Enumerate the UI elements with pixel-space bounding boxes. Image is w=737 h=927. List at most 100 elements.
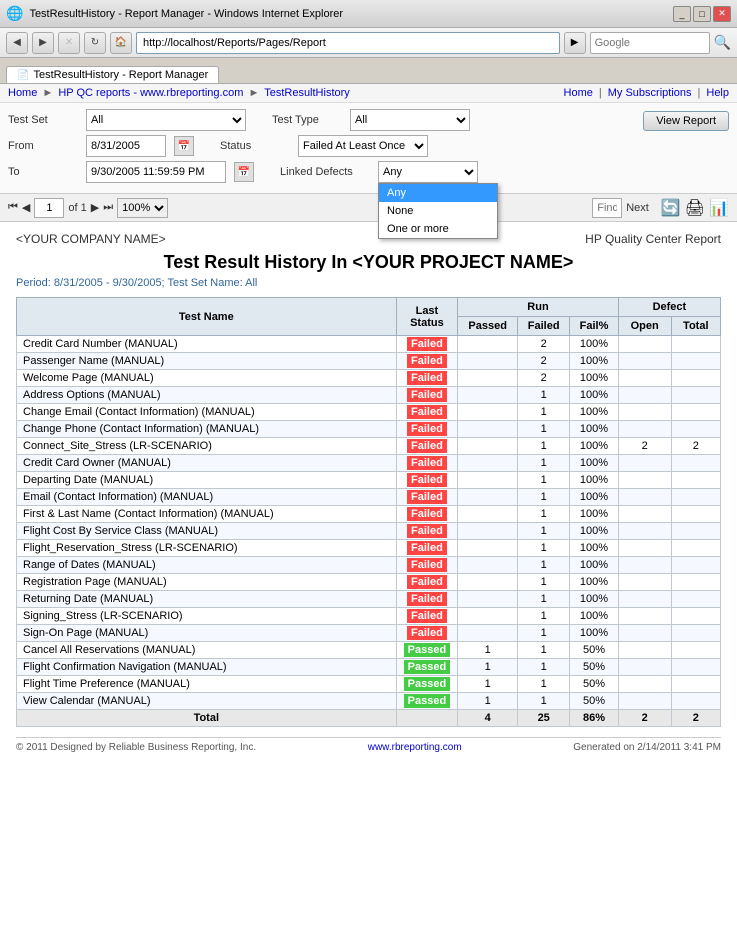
table-row: Departing Date (MANUAL) Failed 1 100% [17,472,721,489]
cell-total [671,489,720,506]
breadcrumb-bar: Home ► HP QC reports - www.rbreporting.c… [0,84,737,103]
cell-open [618,574,671,591]
close-button[interactable]: ✕ [713,6,731,22]
find-input[interactable] [592,198,622,218]
table-row: Email (Contact Information) (MANUAL) Fai… [17,489,721,506]
breadcrumb-right-home[interactable]: Home [564,87,593,99]
total-last-status [396,710,458,727]
cell-failed: 1 [518,421,570,438]
from-calendar-icon[interactable]: 📅 [174,136,194,156]
cell-test-name: Address Options (MANUAL) [17,387,397,404]
col-fail-pct: Fail% [570,317,619,336]
cell-passed [458,438,518,455]
cell-failed: 1 [518,540,570,557]
breadcrumb-current[interactable]: TestResultHistory [264,87,350,99]
browser-tabs: 📄 TestResultHistory - Report Manager [0,58,737,84]
active-tab[interactable]: 📄 TestResultHistory - Report Manager [6,66,219,83]
table-row: Change Phone (Contact Information) (MANU… [17,421,721,438]
find-next-button[interactable]: Next [626,202,649,214]
cell-passed [458,404,518,421]
refresh-button[interactable]: ↻ [84,32,106,54]
last-page-button[interactable]: ⏭ [103,201,113,214]
cell-passed [458,455,518,472]
cell-test-name: Welcome Page (MANUAL) [17,370,397,387]
dropdown-option-none[interactable]: None [379,202,497,220]
report-title: Test Result History In <YOUR PROJECT NAM… [16,252,721,273]
linked-defects-select[interactable]: Any None One or more [378,161,478,183]
cell-total [671,591,720,608]
home-nav-button[interactable]: 🏠 [110,32,132,54]
cell-passed [458,472,518,489]
cell-fail-pct: 100% [570,540,619,557]
address-bar[interactable] [136,32,560,54]
linked-defects-label: Linked Defects [280,166,370,178]
cell-open [618,455,671,472]
cell-failed: 1 [518,676,570,693]
dropdown-option-any[interactable]: Any [379,184,497,202]
table-row: Flight Time Preference (MANUAL) Passed 1… [17,676,721,693]
breadcrumb-subscriptions[interactable]: My Subscriptions [608,87,692,99]
cell-total [671,608,720,625]
cell-status: Failed [396,370,458,387]
search-bar[interactable] [590,32,710,54]
total-passed: 4 [458,710,518,727]
cell-fail-pct: 100% [570,523,619,540]
refresh-icon[interactable]: 🔄 [661,198,681,218]
cell-status: Failed [396,438,458,455]
cell-failed: 1 [518,455,570,472]
maximize-button[interactable]: □ [693,6,711,22]
breadcrumb-sep: | [599,87,602,99]
stop-button[interactable]: ✕ [58,32,80,54]
breadcrumb-home[interactable]: Home [8,87,37,99]
status-label: Status [220,140,290,152]
cell-test-name: Flight Confirmation Navigation (MANUAL) [17,659,397,676]
back-button[interactable]: ◀ [6,32,28,54]
dropdown-option-one-or-more[interactable]: One or more [379,220,497,238]
cell-passed [458,574,518,591]
footer-website[interactable]: www.rbreporting.com [368,742,462,753]
table-row: Passenger Name (MANUAL) Failed 2 100% [17,353,721,370]
browser-titlebar: 🌐 TestResultHistory - Report Manager - W… [0,0,737,28]
cell-open: 2 [618,438,671,455]
view-report-button[interactable]: View Report [643,111,729,131]
zoom-select[interactable]: 100% 75% 50% 150% [117,198,168,218]
prev-page-button[interactable]: ◀ [22,201,30,214]
table-row: Range of Dates (MANUAL) Failed 1 100% [17,557,721,574]
cell-total [671,642,720,659]
cell-passed: 1 [458,693,518,710]
report-content: <YOUR COMPANY NAME> HP Quality Center Re… [0,222,737,763]
cell-open [618,676,671,693]
from-input[interactable] [86,135,166,157]
next-page-button[interactable]: ▶ [91,201,99,214]
to-input[interactable] [86,161,226,183]
to-calendar-icon[interactable]: 📅 [234,162,254,182]
forward-button[interactable]: ▶ [32,32,54,54]
table-row: Cancel All Reservations (MANUAL) Passed … [17,642,721,659]
test-set-select[interactable]: All [86,109,246,131]
breadcrumb-hpqc[interactable]: HP QC reports - www.rbreporting.com [58,87,243,99]
totals-row: Total 4 25 86% 2 2 [17,710,721,727]
status-select[interactable]: Failed At Least Once [298,135,428,157]
breadcrumb-right: Home | My Subscriptions | Help [564,87,729,99]
cell-total [671,421,720,438]
breadcrumb-help[interactable]: Help [706,87,729,99]
cell-passed [458,336,518,353]
page-input[interactable] [34,198,64,218]
minimize-button[interactable]: _ [673,6,691,22]
search-icon[interactable]: 🔍 [714,34,731,51]
go-button[interactable]: ▶ [564,32,586,54]
test-type-select[interactable]: All [350,109,470,131]
cell-passed [458,625,518,642]
cell-fail-pct: 100% [570,557,619,574]
export-icon[interactable]: 📊 [709,198,729,218]
total-total: 2 [671,710,720,727]
table-row: Flight Confirmation Navigation (MANUAL) … [17,659,721,676]
table-row: Address Options (MANUAL) Failed 1 100% [17,387,721,404]
first-page-button[interactable]: ⏮ [8,201,18,214]
cell-fail-pct: 100% [570,472,619,489]
footer-generated: Generated on 2/14/2011 3:41 PM [573,742,721,753]
col-passed: Passed [458,317,518,336]
test-set-label: Test Set [8,114,78,126]
print-icon[interactable]: 🖨 [685,198,705,218]
cell-status: Failed [396,557,458,574]
